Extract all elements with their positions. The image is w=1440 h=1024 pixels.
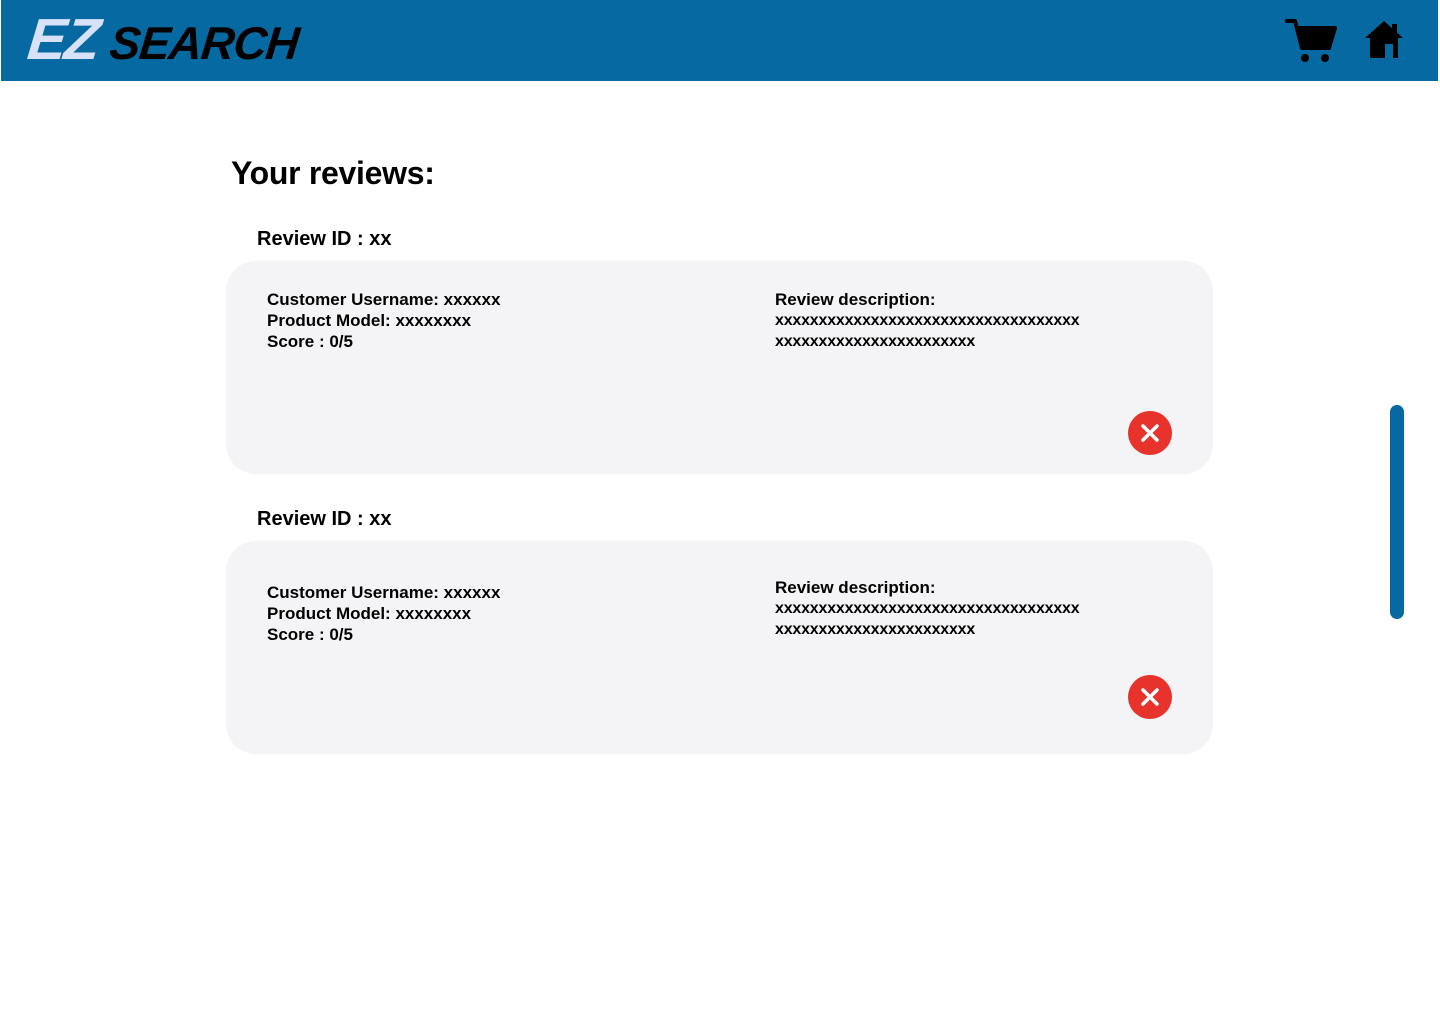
customer-username: Customer Username: xxxxxx: [267, 583, 501, 602]
review-description-text: xxxxxxxxxxxxxxxxxxxxxxxxxxxxxxxxxxx: [775, 312, 1080, 329]
close-icon: [1141, 688, 1159, 706]
product-model: Product Model: xxxxxxxx: [267, 311, 472, 330]
vertical-scrollbar[interactable]: [1390, 405, 1404, 619]
cart-icon[interactable]: [1285, 16, 1337, 64]
review-details: Customer Username: xxxxxx Product Model:…: [267, 289, 500, 352]
review-description: Review description: xxxxxxxxxxxxxxxxxxxx…: [775, 289, 1080, 352]
review-description-label: Review description:: [775, 578, 936, 597]
review-id-label: Review ID : xx: [257, 228, 392, 250]
review-card: Customer Username: xxxxxx Product Model:…: [226, 541, 1213, 754]
page-title: Your reviews:: [231, 155, 435, 191]
close-icon: [1141, 424, 1159, 442]
review-card: Customer Username: xxxxxx Product Model:…: [226, 261, 1213, 474]
review-score: Score : 0/5: [267, 625, 353, 644]
review-description: Review description: xxxxxxxxxxxxxxxxxxxx…: [775, 577, 1080, 640]
review-score: Score : 0/5: [267, 332, 353, 351]
ez-search-logo[interactable]: EZ SEARCH: [24, 7, 302, 72]
delete-review-button[interactable]: [1128, 411, 1172, 455]
review-details: Customer Username: xxxxxx Product Model:…: [267, 582, 500, 645]
home-icon[interactable]: [1363, 18, 1405, 60]
review-description-text: xxxxxxxxxxxxxxxxxxxxxxx: [775, 621, 976, 638]
customer-username: Customer Username: xxxxxx: [267, 290, 501, 309]
review-description-text: xxxxxxxxxxxxxxxxxxxxxxx: [775, 333, 976, 350]
product-model: Product Model: xxxxxxxx: [267, 604, 472, 623]
review-description-label: Review description:: [775, 290, 936, 309]
review-description-text: xxxxxxxxxxxxxxxxxxxxxxxxxxxxxxxxxxx: [775, 600, 1080, 617]
logo-search-text: SEARCH: [107, 17, 302, 69]
delete-review-button[interactable]: [1128, 675, 1172, 719]
logo-ez-text: EZ: [24, 7, 102, 72]
review-id-label: Review ID : xx: [257, 508, 392, 530]
top-navbar: EZ SEARCH: [1, 0, 1438, 81]
